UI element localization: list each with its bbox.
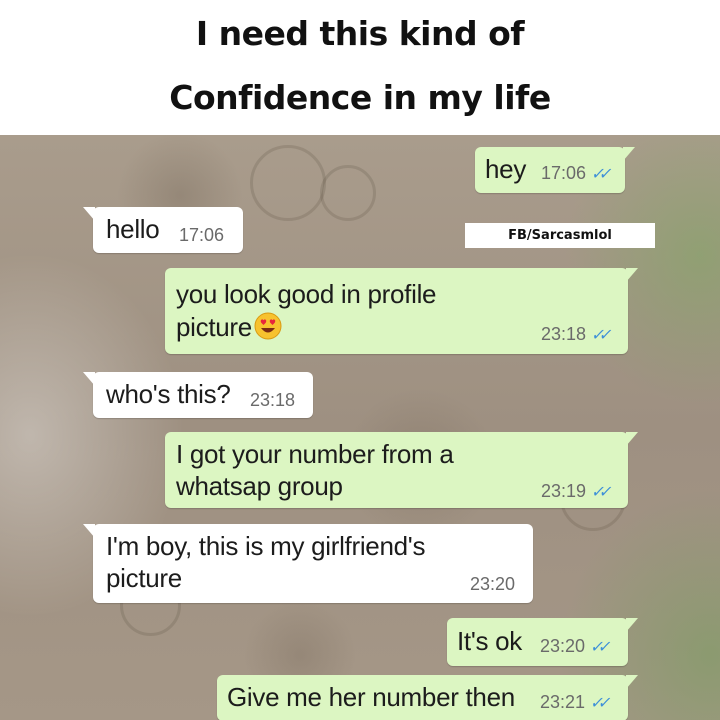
message-bubble-outgoing[interactable]: hey 17:06 ✓✓: [475, 147, 635, 193]
message-bubble-outgoing[interactable]: I got your number from a whatsap group 2…: [165, 432, 638, 508]
chat-screenshot: hey 17:06 ✓✓ hello 17:06 FB/Sarcasmlol yo…: [0, 135, 720, 720]
message-time: 23:20: [470, 574, 516, 594]
message-bubble-outgoing[interactable]: Give me her number then 23:21 ✓✓: [217, 675, 638, 720]
message-meta: 17:06 ✓✓: [541, 163, 609, 184]
message-text-line-1: I'm boy, this is my girlfriend's: [106, 531, 426, 561]
wallpaper-doodle: [250, 145, 326, 221]
message-text: Give me her number then: [227, 682, 515, 712]
message-meta: 23:21 ✓✓: [540, 692, 608, 713]
read-double-tick-icon: ✓✓: [589, 695, 608, 712]
message-bubble-outgoing[interactable]: you look good in profile picture 23:18 ✓✓: [165, 268, 638, 354]
message-text: hey: [485, 154, 527, 184]
message-text-line-2: picture: [106, 563, 182, 593]
message-bubble-incoming[interactable]: who's this? 23:18: [83, 372, 313, 418]
heart-eyes-icon: [254, 312, 282, 340]
read-double-tick-icon: ✓✓: [590, 484, 609, 501]
caption-line-2: Confidence in my life: [169, 78, 551, 117]
message-text: hello: [106, 214, 160, 244]
message-text-line-1: you look good in profile: [176, 279, 437, 309]
message-text: It's ok: [457, 626, 522, 656]
watermark-label: FB/Sarcasmlol: [465, 223, 655, 248]
message-time: 17:06: [541, 163, 587, 183]
message-meta: 23:18 ✓✓: [541, 324, 609, 345]
message-text-line-2: picture: [176, 312, 252, 342]
message-meta: 23:19 ✓✓: [541, 481, 609, 502]
message-time: 23:19: [541, 481, 587, 501]
message-text-line-2-wrapper: picture: [176, 311, 282, 344]
message-time: 23:21: [540, 692, 586, 712]
read-double-tick-icon: ✓✓: [590, 327, 609, 344]
message-text: who's this?: [106, 379, 231, 409]
message-time: 23:18: [541, 324, 587, 344]
message-bubble-outgoing[interactable]: It's ok 23:20 ✓✓: [447, 618, 638, 666]
caption-line-1: I need this kind of: [195, 14, 525, 53]
read-double-tick-icon: ✓✓: [589, 639, 608, 656]
message-meta: 23:20 ✓✓: [540, 636, 608, 657]
message-time: 23:20: [540, 636, 586, 656]
message-time: 17:06: [179, 225, 225, 245]
meme-caption: I need this kind of Confidence in my lif…: [0, 0, 720, 135]
message-text-line-1: I got your number from a: [176, 439, 454, 469]
wallpaper-doodle: [320, 165, 376, 221]
message-text-line-2: whatsap group: [176, 471, 343, 501]
read-double-tick-icon: ✓✓: [590, 166, 609, 183]
message-bubble-incoming[interactable]: hello 17:06: [83, 207, 243, 253]
message-bubble-incoming[interactable]: I'm boy, this is my girlfriend's picture…: [83, 524, 533, 603]
message-time: 23:18: [250, 390, 296, 410]
